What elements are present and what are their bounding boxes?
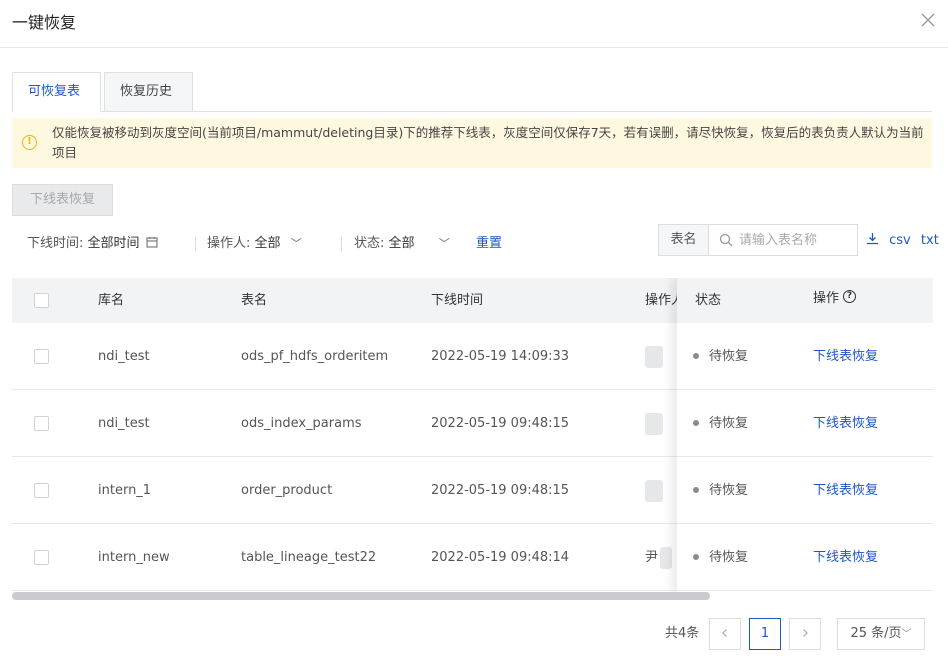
fixed-row: 待恢复 下线表恢复: [677, 457, 933, 524]
chevron-down-icon: ﹀: [290, 237, 302, 250]
status-dot-icon: [693, 486, 699, 493]
operator-name: 尹: [645, 550, 659, 565]
fixed-header: 状态 操作?: [677, 278, 933, 323]
filter-offline-time[interactable]: 下线时间: 全部时间: [27, 234, 158, 254]
filter-time-label: 下线时间:: [27, 236, 84, 251]
export-group: csv txt: [866, 232, 939, 248]
restore-link[interactable]: 下线表恢复: [813, 524, 878, 591]
filter-operator-value: 全部: [254, 236, 281, 251]
row-checkbox[interactable]: [34, 416, 49, 431]
chevron-down-icon: ﹀: [438, 237, 450, 250]
fixed-row: 待恢复 下线表恢复: [677, 323, 933, 390]
cell-operator: [645, 390, 663, 457]
page-size-value: 25 条/页: [850, 626, 902, 641]
filter-status-value: 全部: [388, 236, 415, 251]
chevron-down-icon: ﹀: [901, 629, 912, 640]
cell-db: intern_1: [98, 483, 152, 498]
cell-table: ods_index_params: [241, 416, 362, 431]
cell-status: 待恢复: [693, 457, 748, 524]
info-alert: ! 仅能恢复被移动到灰度空间(当前项目/mammut/deleting目录)下的…: [12, 118, 932, 168]
redacted-operator: [660, 546, 673, 569]
prev-page-button[interactable]: [709, 618, 741, 650]
restore-link[interactable]: 下线表恢复: [813, 457, 878, 524]
cell-status: 待恢复: [693, 524, 748, 591]
column-header-status: 状态: [695, 293, 722, 308]
modal-title: 一键恢复: [12, 13, 77, 32]
horizontal-scrollbar[interactable]: [12, 592, 710, 600]
cell-time: 2022-05-19 09:48:15: [431, 416, 570, 431]
divider: [341, 237, 342, 251]
status-text: 待恢复: [709, 483, 749, 498]
search-icon: [719, 233, 733, 247]
search-label: 表名: [659, 225, 709, 255]
cell-time: 2022-05-19 09:48:15: [431, 483, 570, 498]
page-number[interactable]: 1: [749, 618, 781, 650]
fixed-row: 待恢复 下线表恢复: [677, 524, 933, 591]
action-header-label: 操作: [813, 291, 840, 306]
recoverable-table: 库名 表名 下线时间 操作人 ndi_test ods_pf_hdfs_orde…: [12, 278, 933, 592]
chevron-left-icon: [722, 629, 727, 637]
restore-link[interactable]: 下线表恢复: [813, 323, 878, 390]
column-header-table: 表名: [241, 293, 268, 308]
help-icon[interactable]: ?: [843, 290, 857, 303]
calendar-icon: [146, 237, 158, 248]
cell-operator: [645, 457, 663, 524]
column-header-action: 操作?: [813, 278, 857, 321]
restore-link[interactable]: 下线表恢复: [813, 390, 878, 457]
cell-status: 待恢复: [693, 390, 748, 457]
reset-link[interactable]: 重置: [476, 234, 502, 254]
fixed-right-columns: 状态 操作? 待恢复 下线表恢复 待恢复 下线表恢复 待恢复 下线表恢复 待恢复…: [677, 278, 933, 592]
status-dot-icon: [693, 553, 699, 560]
cell-table: table_lineage_test22: [241, 550, 377, 565]
filter-operator[interactable]: 操作人: 全部 ﹀: [207, 234, 302, 254]
redacted-operator: [645, 479, 663, 502]
cell-table: order_product: [241, 483, 333, 498]
column-header-offline-time: 下线时间: [431, 293, 484, 308]
modal-header: 一键恢复: [0, 0, 948, 48]
batch-restore-button[interactable]: 下线表恢复: [12, 184, 113, 216]
filter-time-value: 全部时间: [87, 236, 140, 251]
export-txt-link[interactable]: txt: [921, 233, 939, 248]
close-icon[interactable]: [920, 12, 936, 28]
column-header-db: 库名: [98, 293, 125, 308]
row-checkbox[interactable]: [34, 349, 49, 364]
status-text: 待恢复: [709, 550, 749, 565]
status-dot-icon: [693, 352, 699, 359]
page-size-select[interactable]: 25 条/页﹀: [837, 618, 925, 650]
filter-operator-label: 操作人:: [207, 236, 251, 251]
cell-operator: 尹: [645, 524, 673, 591]
warning-icon: !: [22, 135, 37, 150]
cell-status: 待恢复: [693, 323, 748, 390]
filter-status-label: 状态:: [354, 236, 385, 251]
tab-bar: 可恢复表 恢复历史: [12, 72, 932, 113]
select-all-checkbox[interactable]: [34, 293, 49, 308]
row-checkbox[interactable]: [34, 550, 49, 565]
next-page-button[interactable]: [789, 618, 821, 650]
cell-time: 2022-05-19 09:48:14: [431, 550, 570, 565]
status-dot-icon: [693, 419, 699, 426]
redacted-operator: [645, 345, 663, 368]
cell-db: ndi_test: [98, 349, 150, 364]
chevron-right-icon: [803, 629, 808, 637]
cell-table: ods_pf_hdfs_orderitem: [241, 349, 389, 364]
total-count: 共4条: [665, 626, 700, 641]
status-text: 待恢复: [709, 349, 749, 364]
cell-db: ndi_test: [98, 416, 150, 431]
export-csv-link[interactable]: csv: [889, 233, 911, 248]
divider: [195, 237, 196, 251]
cell-operator: [645, 323, 663, 390]
tab-restore-history[interactable]: 恢复历史: [104, 72, 193, 112]
filter-status[interactable]: 状态: 全部 ﹀: [354, 234, 450, 254]
download-icon[interactable]: [866, 232, 879, 245]
table-name-search: 表名: [658, 224, 858, 256]
cell-time: 2022-05-19 14:09:33: [431, 349, 570, 364]
fixed-row: 待恢复 下线表恢复: [677, 390, 933, 457]
tab-recoverable-tables[interactable]: 可恢复表: [12, 72, 101, 113]
cell-db: intern_new: [98, 550, 170, 565]
status-text: 待恢复: [709, 416, 749, 431]
alert-text: 仅能恢复被移动到灰度空间(当前项目/mammut/deleting目录)下的推荐…: [52, 125, 924, 160]
row-checkbox[interactable]: [34, 483, 49, 498]
search-input[interactable]: [739, 226, 855, 254]
redacted-operator: [645, 412, 663, 435]
